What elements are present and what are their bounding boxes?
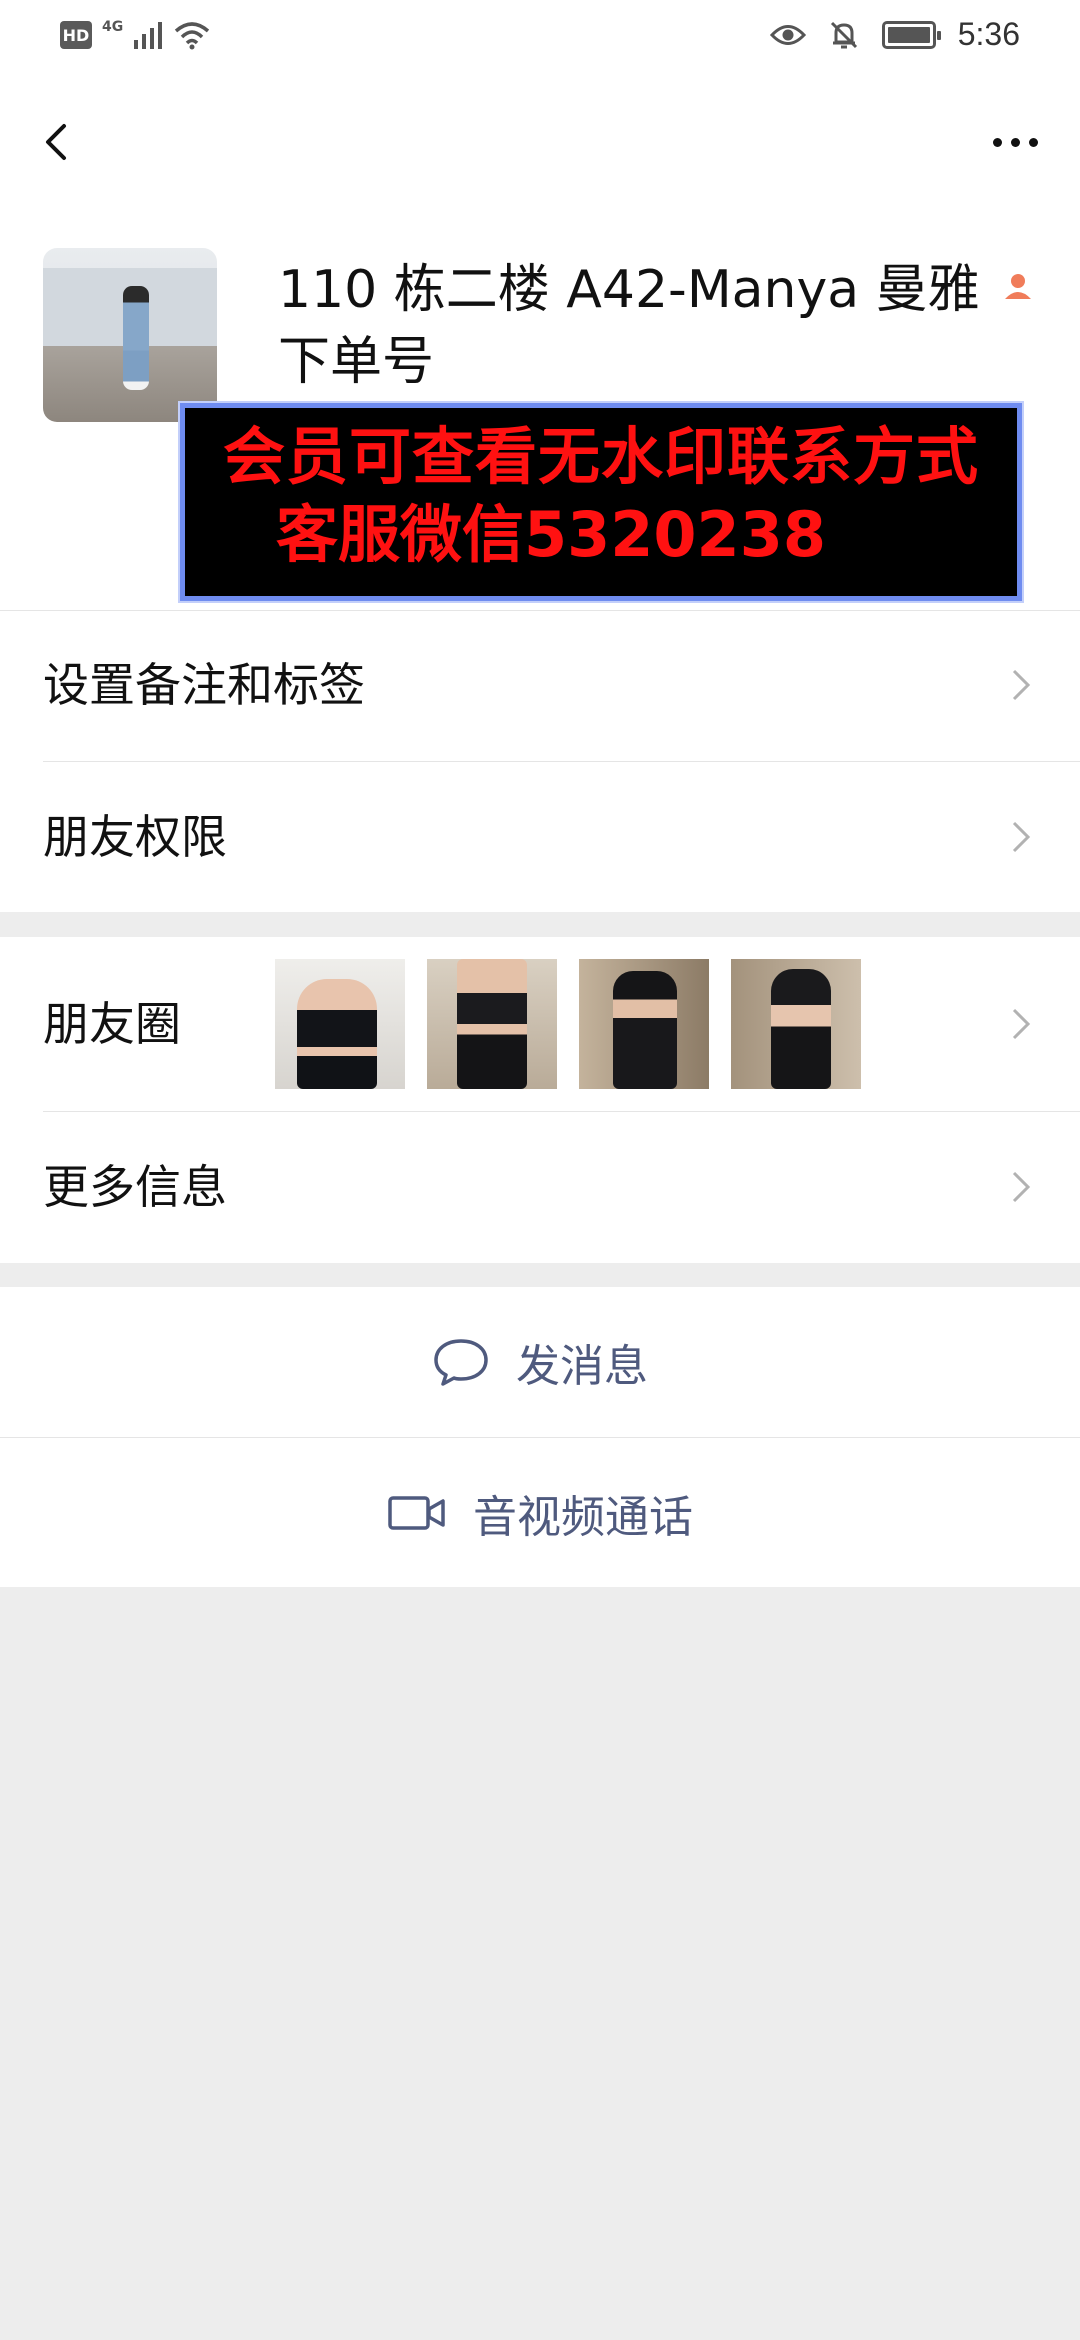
watermark-line-2: 客服微信5320238 — [276, 498, 826, 571]
settings-section: 设置备注和标签 朋友权限 — [0, 610, 1080, 912]
actions-section: 发消息 音视频通话 — [0, 1287, 1080, 1587]
signal-icon — [134, 22, 163, 49]
battery-fill — [887, 26, 930, 43]
moment-thumbnail — [731, 959, 861, 1089]
row-moments[interactable]: 朋友圈 — [0, 937, 1080, 1111]
row-label: 朋友圈 — [43, 997, 181, 1051]
network-type-label: 4G — [102, 19, 124, 35]
row-label: 更多信息 — [43, 1160, 227, 1214]
wifi-icon — [175, 22, 210, 50]
moment-thumbnail — [579, 959, 709, 1089]
row-more-info[interactable]: 更多信息 — [0, 1112, 1080, 1262]
more-dot — [1010, 137, 1020, 147]
hd-badge: HD — [60, 21, 92, 49]
moment-thumbnail — [275, 959, 405, 1089]
person-badge-icon — [1005, 274, 1031, 299]
row-label: 朋友权限 — [43, 810, 227, 864]
send-message-button[interactable]: 发消息 — [0, 1287, 1080, 1437]
moments-thumbnails — [275, 959, 861, 1089]
back-button[interactable] — [30, 112, 90, 172]
chevron-right-icon — [1012, 669, 1031, 701]
send-message-label: 发消息 — [516, 1341, 648, 1392]
chevron-right-icon — [1012, 1008, 1031, 1040]
bell-muted-icon — [830, 21, 857, 48]
more-options-button[interactable] — [980, 112, 1050, 172]
chevron-left-icon — [46, 124, 66, 160]
status-bar: HD 4G 5:36 — [0, 0, 1080, 74]
row-label: 设置备注和标签 — [43, 658, 365, 712]
status-right: 5:36 — [769, 16, 1020, 53]
moment-thumbnail — [427, 959, 557, 1089]
contact-name: 110 栋二楼 A42-Manya 曼雅下单号 — [278, 260, 980, 392]
row-remarks-tags[interactable]: 设置备注和标签 — [0, 610, 1080, 760]
chevron-right-icon — [1012, 1171, 1031, 1203]
more-dot — [1028, 137, 1038, 147]
avatar-figure — [123, 286, 149, 390]
status-time: 5:36 — [957, 16, 1020, 52]
moments-section: 朋友圈 更多信息 — [0, 937, 1080, 1263]
chat-bubble-icon — [434, 1339, 488, 1386]
video-call-button[interactable]: 音视频通话 — [0, 1438, 1080, 1588]
status-left: HD 4G — [60, 19, 211, 50]
row-friend-permissions[interactable]: 朋友权限 — [0, 762, 1080, 912]
video-call-label: 音视频通话 — [473, 1492, 693, 1543]
profile-header: 110 栋二楼 A42-Manya 曼雅下单号 会员可查看无水印联系方式 客服微… — [0, 210, 1080, 610]
eye-icon — [769, 24, 806, 45]
watermark-line-1: 会员可查看无水印联系方式 — [222, 420, 979, 493]
battery-icon — [881, 20, 941, 49]
more-dots-icon — [992, 137, 1002, 147]
watermark-banner: 会员可查看无水印联系方式 客服微信5320238 — [178, 401, 1024, 603]
avatar[interactable] — [43, 248, 217, 422]
nav-bar — [0, 74, 1080, 210]
video-camera-icon — [388, 1496, 445, 1530]
chevron-right-icon — [1012, 821, 1031, 853]
